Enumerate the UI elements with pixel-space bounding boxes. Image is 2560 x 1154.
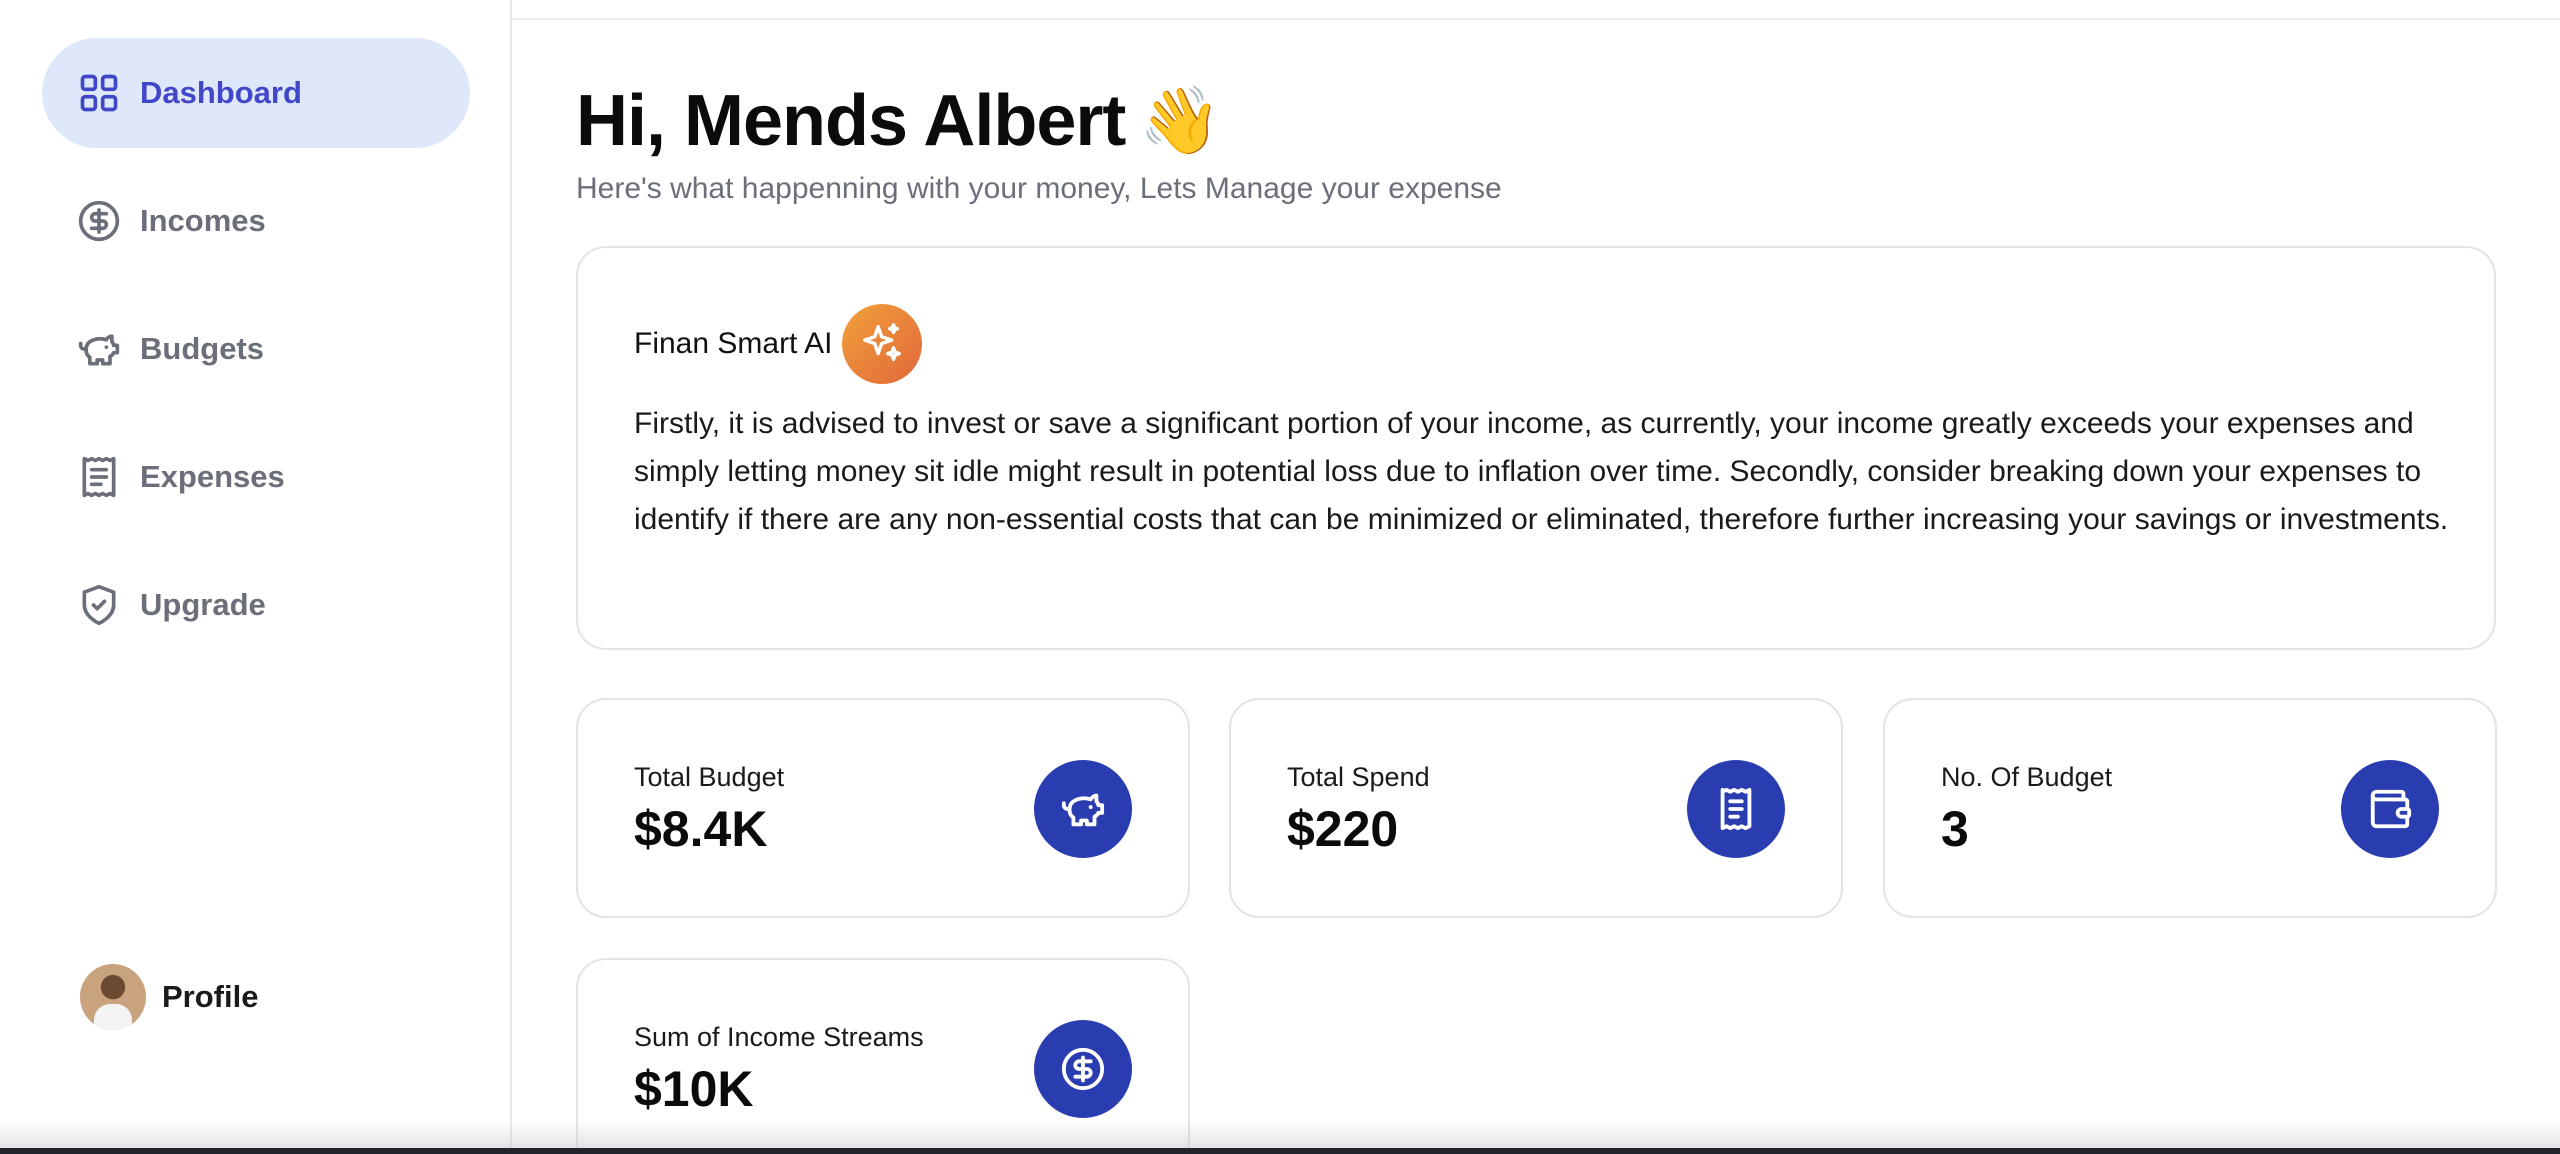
piggy-bank-icon	[1034, 760, 1132, 858]
stat-value: $220	[1287, 801, 1399, 857]
sidebar-item-label: Expenses	[140, 459, 285, 494]
ai-card-title: Finan Smart AI	[634, 327, 833, 360]
sidebar-item-label: Incomes	[140, 203, 266, 238]
stat-label: Total Budget	[634, 762, 785, 792]
page-subtitle: Here's what happenning with your money, …	[576, 172, 1502, 205]
wallet-icon	[2341, 760, 2439, 858]
page-title: Hi, Mends Albert	[576, 81, 1126, 161]
sidebar-item-label: Upgrade	[140, 587, 266, 622]
receipt-icon	[1687, 760, 1785, 858]
shield-check-icon	[76, 582, 122, 628]
sidebar-item-expenses[interactable]: Expenses	[42, 422, 470, 532]
stat-label: Total Spend	[1287, 762, 1430, 792]
sidebar-item-label: Dashboard	[140, 75, 302, 110]
dashboard-grid-icon	[76, 70, 122, 116]
stat-value: 3	[1941, 801, 1969, 857]
stat-card-total-budget: Total Budget $8.4K	[576, 698, 1190, 918]
sidebar-item-dashboard[interactable]: Dashboard	[42, 38, 470, 148]
ai-insight-text: Firstly, it is advised to invest or save…	[634, 407, 2449, 536]
stat-value: $10K	[634, 1061, 754, 1117]
sidebar-item-upgrade[interactable]: Upgrade	[42, 550, 470, 660]
piggy-bank-icon	[76, 326, 122, 372]
stat-card-total-spend: Total Spend $220	[1229, 698, 1843, 918]
stat-label: No. Of Budget	[1941, 762, 2113, 792]
greeting: Hi, Mends Albert 👋	[576, 80, 1222, 162]
avatar	[80, 964, 146, 1030]
sidebar-item-incomes[interactable]: Incomes	[42, 166, 470, 276]
sidebar: Dashboard Incomes Budgets Expenses Upgra…	[0, 0, 512, 1154]
sidebar-item-budgets[interactable]: Budgets	[42, 294, 470, 404]
profile-button[interactable]: Profile	[80, 964, 258, 1030]
stat-card-number-of-budget: No. Of Budget 3	[1883, 698, 2497, 918]
ai-insight-card: Finan Smart AI Firstly, it is advised to…	[576, 246, 2496, 650]
top-bar	[512, 0, 2560, 20]
profile-label: Profile	[162, 979, 259, 1014]
dollar-circle-icon	[76, 198, 122, 244]
window-bottom-edge	[0, 1148, 2560, 1154]
sidebar-item-label: Budgets	[140, 331, 264, 366]
receipt-icon	[76, 454, 122, 500]
sparkles-icon	[842, 304, 923, 384]
stat-label: Sum of Income Streams	[634, 1022, 924, 1052]
ai-card-header: Finan Smart AI	[634, 304, 923, 384]
dollar-circle-icon	[1034, 1020, 1132, 1118]
waving-hand-icon: 👋	[1139, 83, 1222, 157]
stat-value: $8.4K	[634, 801, 768, 857]
